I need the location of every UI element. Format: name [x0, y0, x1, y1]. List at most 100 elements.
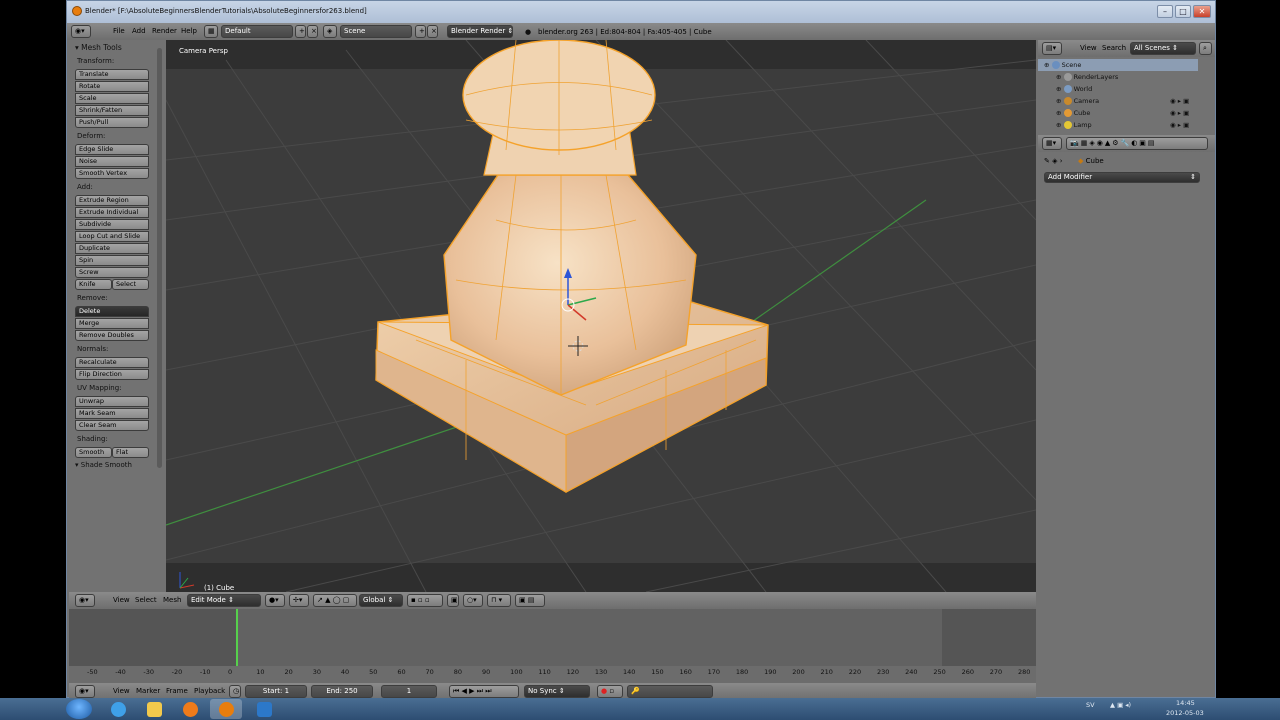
explorer-icon[interactable]: [138, 699, 170, 719]
menu-view[interactable]: View: [113, 687, 130, 695]
menu-marker[interactable]: Marker: [136, 687, 160, 695]
tool-button-merge[interactable]: Merge: [75, 318, 149, 329]
editor-type-icon[interactable]: ▤▾: [1042, 42, 1062, 55]
tool-button-smooth-vertex[interactable]: Smooth Vertex: [75, 168, 149, 179]
editor-type-icon[interactable]: ◉▾: [75, 685, 95, 698]
end-frame-field[interactable]: End: 250: [311, 685, 373, 698]
app-task-icon[interactable]: [248, 699, 280, 719]
snap-icons[interactable]: ⊓ ▾: [487, 594, 511, 607]
mode-select[interactable]: Edit Mode ⇕: [187, 594, 261, 607]
preview-range-icon[interactable]: ◷: [229, 685, 241, 698]
close-button[interactable]: ✕: [1193, 5, 1211, 18]
remove-scene-button[interactable]: ×: [427, 25, 438, 38]
tool-button-extrude-individual[interactable]: Extrude Individual: [75, 207, 149, 218]
editor-type-icon[interactable]: ◉▾: [75, 594, 95, 607]
viewport-shading-icon[interactable]: ●▾: [265, 594, 285, 607]
expand-icon[interactable]: ⊕: [1056, 121, 1061, 129]
render-icons[interactable]: ▣ ▤: [515, 594, 545, 607]
tool-button-clear-seam[interactable]: Clear Seam: [75, 420, 149, 431]
editor-type-icon[interactable]: ▦▾: [1042, 137, 1062, 150]
layout-icon[interactable]: ▦: [204, 25, 218, 38]
tool-button-subdivide[interactable]: Subdivide: [75, 219, 149, 230]
start-frame-field[interactable]: Start: 1: [245, 685, 307, 698]
expand-icon[interactable]: ⊕: [1056, 109, 1061, 117]
add-layout-button[interactable]: +: [295, 25, 306, 38]
layout-field[interactable]: Default: [221, 25, 293, 38]
menu-file[interactable]: File: [113, 27, 125, 35]
knife-button[interactable]: Knife: [75, 279, 112, 290]
shelf-scrollbar[interactable]: [157, 48, 162, 468]
tool-button-mark-seam[interactable]: Mark Seam: [75, 408, 149, 419]
sync-select[interactable]: No Sync ⇕: [524, 685, 590, 698]
visibility-icons[interactable]: ◉ ▸ ▣: [1170, 107, 1189, 119]
search-icon[interactable]: ⌕: [1199, 42, 1212, 55]
expand-icon[interactable]: ⊕: [1056, 85, 1061, 93]
tool-button-noise[interactable]: Noise: [75, 156, 149, 167]
maximize-button[interactable]: □: [1175, 5, 1191, 18]
outliner-row[interactable]: ⊕ Cube ◉ ▸ ▣: [1038, 107, 1198, 119]
tool-button-push-pull[interactable]: Push/Pull: [75, 117, 149, 128]
add-scene-button[interactable]: +: [415, 25, 426, 38]
menu-help[interactable]: Help: [181, 27, 197, 35]
tool-button-flip-direction[interactable]: Flip Direction: [75, 369, 149, 380]
menu-playback[interactable]: Playback: [194, 687, 225, 695]
visibility-icons[interactable]: ◉ ▸ ▣: [1170, 119, 1189, 131]
clock-date[interactable]: 2012-05-03: [1166, 709, 1204, 717]
scene-icon[interactable]: ◈: [323, 25, 337, 38]
tool-button-rotate[interactable]: Rotate: [75, 81, 149, 92]
scene-field[interactable]: Scene: [340, 25, 412, 38]
outliner-row[interactable]: ⊕ World: [1038, 83, 1198, 95]
keying-set-field[interactable]: 🔑: [627, 685, 713, 698]
select-mode-icons[interactable]: ▪ ▫ ▫: [407, 594, 443, 607]
expand-icon[interactable]: ⊕: [1044, 61, 1049, 69]
menu-frame[interactable]: Frame: [166, 687, 188, 695]
minimize-button[interactable]: –: [1157, 5, 1173, 18]
menu-add[interactable]: Add: [132, 27, 146, 35]
tool-button-spin[interactable]: Spin: [75, 255, 149, 266]
outliner-row[interactable]: ⊕ Lamp ◉ ▸ ▣: [1038, 119, 1198, 131]
orientation-select[interactable]: Global ⇕: [359, 594, 403, 607]
shade-smooth-panel-title[interactable]: ▾ Shade Smooth: [75, 461, 132, 469]
tool-button-delete[interactable]: Delete: [75, 306, 149, 317]
tool-button-translate[interactable]: Translate: [75, 69, 149, 80]
limit-selection-icon[interactable]: ▣: [447, 594, 459, 607]
tool-button-edge-slide[interactable]: Edge Slide: [75, 144, 149, 155]
pivot-icon[interactable]: ✢▾: [289, 594, 309, 607]
tool-button-unwrap[interactable]: Unwrap: [75, 396, 149, 407]
mesh-tools-panel-title[interactable]: ▾ Mesh Tools: [75, 43, 122, 52]
language-indicator[interactable]: SV: [1086, 701, 1095, 709]
menu-select[interactable]: Select: [135, 596, 157, 604]
pin-icon[interactable]: ✎ ◈ ›: [1044, 157, 1063, 165]
tool-button-shrink-fatten[interactable]: Shrink/Fatten: [75, 105, 149, 116]
record-icon[interactable]: ● ▫: [597, 685, 623, 698]
blender-task-icon[interactable]: [210, 699, 242, 719]
menu-view[interactable]: View: [113, 596, 130, 604]
menu-search[interactable]: Search: [1102, 44, 1126, 52]
editor-type-icon[interactable]: ◉▾: [71, 25, 91, 38]
expand-icon[interactable]: ⊕: [1056, 97, 1061, 105]
remove-layout-button[interactable]: ×: [307, 25, 318, 38]
tool-button-scale[interactable]: Scale: [75, 93, 149, 104]
tool-button-loop-cut-and-slide[interactable]: Loop Cut and Slide: [75, 231, 149, 242]
media-icon[interactable]: [174, 699, 206, 719]
ie-icon[interactable]: [102, 699, 134, 719]
current-frame-field[interactable]: 1: [381, 685, 437, 698]
properties-context-tabs[interactable]: 📷▦◈◉▲⚙🔧◐▣▤: [1066, 137, 1208, 150]
clock-time[interactable]: 14:45: [1176, 699, 1195, 707]
smooth-button[interactable]: Smooth: [75, 447, 112, 458]
render-engine-select[interactable]: Blender Render ⇕: [447, 25, 513, 38]
menu-view[interactable]: View: [1080, 44, 1097, 52]
expand-icon[interactable]: ⊕: [1056, 73, 1061, 81]
tray-icons[interactable]: ▲ ▣ ◂): [1110, 701, 1131, 709]
visibility-icons[interactable]: ◉ ▸ ▣: [1170, 95, 1189, 107]
manipulator-icons[interactable]: ↗ ▲ ◯ ▢: [313, 594, 357, 607]
tool-button-screw[interactable]: Screw: [75, 267, 149, 278]
3d-viewport[interactable]: Camera Persp (1) Cube: [166, 40, 1036, 592]
proportional-edit-icon[interactable]: ○▾: [463, 594, 483, 607]
menu-mesh[interactable]: Mesh: [163, 596, 181, 604]
timeline[interactable]: -50 -40 -30 -20 -10 0 10 20 30 40 50 60 70 80 90 100 110…: [69, 609, 1036, 683]
tool-button-duplicate[interactable]: Duplicate: [75, 243, 149, 254]
tool-button-extrude-region[interactable]: Extrude Region: [75, 195, 149, 206]
outliner-row[interactable]: ⊕ RenderLayers: [1038, 71, 1198, 83]
flat-button[interactable]: Flat: [112, 447, 149, 458]
